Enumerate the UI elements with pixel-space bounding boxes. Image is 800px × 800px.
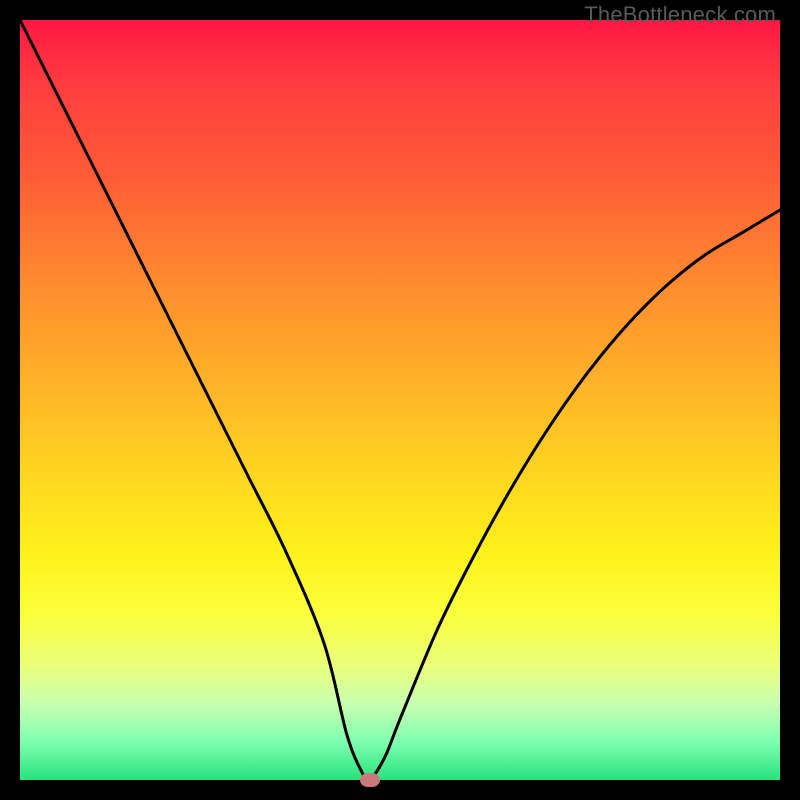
bottleneck-curve	[20, 20, 780, 780]
chart-frame: TheBottleneck.com	[0, 0, 800, 800]
plot-area	[20, 20, 780, 780]
minimum-marker	[360, 773, 380, 787]
watermark-text: TheBottleneck.com	[584, 2, 776, 28]
